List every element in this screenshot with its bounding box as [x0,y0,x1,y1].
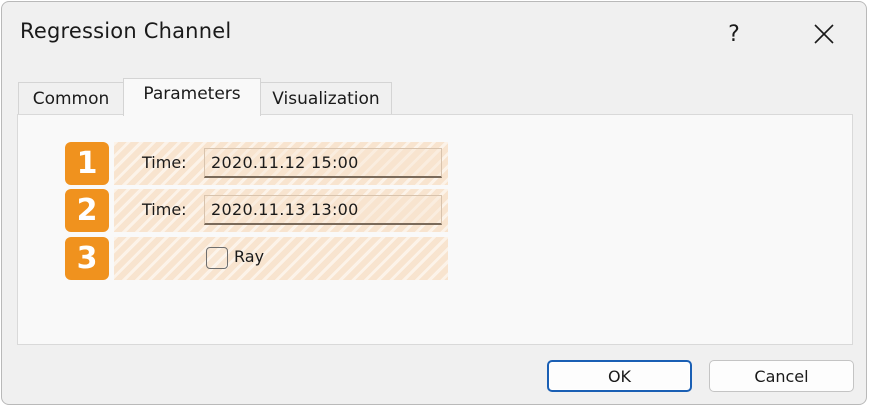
parameters-panel: 1 Time: 2020.11.12 15:00 2 Time: 2020.11… [17,114,853,345]
step-badge-3: 3 [65,237,109,280]
ray-checkbox[interactable] [206,247,228,269]
time-input-1[interactable]: 2020.11.12 15:00 [204,148,442,178]
close-button[interactable] [802,14,846,54]
tab-common[interactable]: Common [18,82,124,114]
help-button[interactable]: ? [714,14,754,54]
time-input-2[interactable]: 2020.11.13 13:00 [204,195,442,225]
cancel-button[interactable]: Cancel [709,360,854,392]
close-icon [814,24,834,44]
time-label-1: Time: [142,153,187,172]
tab-parameters[interactable]: Parameters [123,78,261,116]
dialog-window: Regression Channel ? Common Parameters V… [1,1,867,405]
time-row-1: 1 Time: 2020.11.12 15:00 [65,142,448,185]
time-row-2: 2 Time: 2020.11.13 13:00 [65,189,448,232]
time-label-2: Time: [142,200,187,219]
ray-row: 3 Ray [65,237,448,280]
tab-visualization[interactable]: Visualization [260,82,392,114]
ok-button[interactable]: OK [547,360,692,392]
step-badge-2: 2 [65,189,109,232]
ray-checkbox-label[interactable]: Ray [234,247,264,266]
help-icon: ? [728,21,740,47]
dialog-title: Regression Channel [20,19,232,43]
title-bar: Regression Channel ? [2,2,866,64]
step-badge-1: 1 [65,142,109,185]
